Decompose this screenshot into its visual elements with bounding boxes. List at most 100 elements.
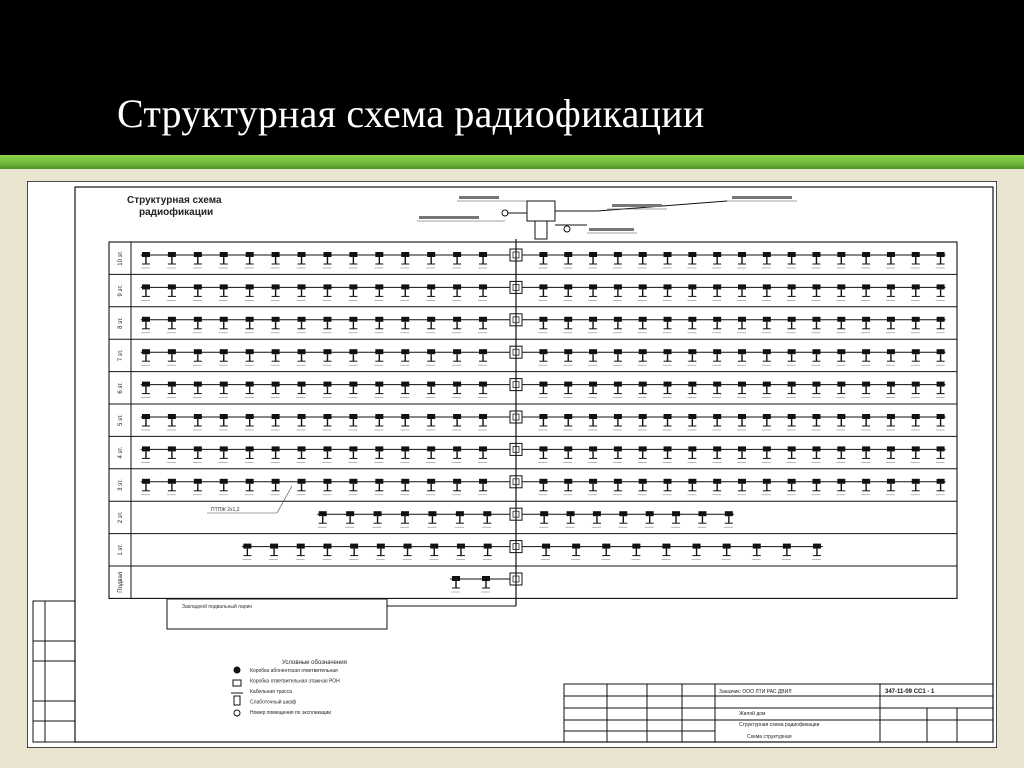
outlet-head [193, 284, 202, 290]
outlet-head [245, 252, 254, 257]
outlet-head [936, 349, 945, 355]
outlet-head [193, 316, 202, 322]
accent-bar [0, 155, 1024, 169]
outlet-head [539, 316, 548, 322]
stamp-sheet-name: Схема структурная [747, 734, 792, 740]
outlet-head [141, 414, 150, 419]
outlet-head [911, 478, 920, 484]
outlet-head [812, 478, 821, 484]
outlet-head [297, 478, 306, 484]
outlet-head [787, 414, 796, 419]
outlet-head [638, 349, 647, 355]
outlet-head [219, 381, 228, 387]
outlet-head [738, 381, 746, 387]
outlet-head [837, 478, 846, 484]
stamp-code: 347-11-09 СС1 - 1 [885, 689, 935, 695]
outlet-head [455, 511, 464, 517]
outlet-head [297, 284, 306, 290]
outlet-head [564, 252, 573, 257]
floor-label: 10 эт. [118, 250, 124, 265]
outlet-head [936, 446, 945, 452]
outlet-head [812, 543, 821, 549]
outlet-head [936, 252, 945, 257]
outlet-head [167, 446, 176, 452]
outlet-head [403, 543, 412, 549]
outlet-head [688, 252, 697, 257]
outlet-head [375, 414, 384, 419]
outlet-head [401, 284, 410, 290]
outlet-head [762, 478, 771, 484]
outlet-head [167, 478, 176, 484]
outlet-head [271, 414, 280, 419]
outlet-head [296, 543, 305, 549]
outlet-head [787, 446, 796, 452]
outlet-head [401, 316, 410, 322]
outlet-head [375, 252, 384, 257]
outlet-head [713, 446, 722, 452]
outlet-head [245, 478, 254, 484]
outlet-head [812, 316, 821, 322]
outlet-head [401, 252, 410, 257]
outlet-head [297, 381, 306, 387]
outlet-head [812, 381, 821, 387]
outlet-head [936, 284, 945, 290]
outlet-head [141, 446, 150, 452]
outlet-head [349, 414, 358, 419]
outlet-head [323, 349, 332, 355]
slide-title: Структурная схема радиофикации [117, 91, 705, 136]
outlet-head [862, 252, 871, 257]
outlet-head [323, 381, 332, 387]
outlet-head [453, 349, 462, 355]
outlet-head [141, 316, 150, 322]
outlet-head [539, 446, 548, 452]
outlet-head [346, 511, 355, 517]
outlet-head [663, 284, 672, 290]
outlet-head [245, 446, 254, 452]
outlet-head [323, 543, 332, 549]
outlet-head [663, 414, 672, 419]
outlet-head [453, 381, 462, 387]
outlet-head [427, 284, 436, 290]
outlet-head [427, 381, 436, 387]
outlet-head [589, 381, 598, 387]
outlet-head [297, 446, 306, 452]
outlet-head [688, 478, 697, 484]
outlet-head [713, 414, 722, 419]
outlet-head [688, 446, 697, 452]
outlet-head [318, 511, 327, 517]
outlet-head [812, 284, 821, 290]
outlet-head [613, 381, 622, 387]
outlet-head [812, 446, 821, 452]
outlet-head [427, 349, 436, 355]
outlet-head [349, 381, 358, 387]
outlet-head [762, 349, 771, 355]
outlet-head [539, 414, 548, 419]
outlet-head [479, 414, 488, 419]
outlet-head [297, 252, 306, 257]
outlet-head [483, 543, 492, 549]
outlet-head [619, 511, 628, 517]
outlet-head [141, 284, 150, 290]
outlet-head [349, 478, 358, 484]
radio-scheme-drawing: Структурная схема радиофикации 10 эт. 9 … [27, 181, 997, 748]
outlet-head [713, 252, 722, 257]
outlet-head [245, 349, 254, 355]
outlet-head [787, 252, 796, 257]
outlet-head [663, 349, 672, 355]
outlet-head [638, 381, 647, 387]
outlet-head [638, 284, 647, 290]
outlet-head [564, 284, 573, 290]
outlet-head [193, 381, 202, 387]
outlet-head [638, 446, 647, 452]
outlet-head [540, 511, 549, 517]
outlet-head [542, 543, 551, 549]
outlet-head [479, 381, 488, 387]
outlet-head [193, 252, 202, 257]
outlet-head [297, 349, 306, 355]
outlet-head [193, 478, 202, 484]
drawing-title-line-1: Структурная схема [127, 195, 222, 206]
outlet-head [638, 414, 647, 419]
floor-label: 4 эт. [118, 446, 124, 458]
outlet-head [349, 284, 358, 290]
outlet-head [645, 511, 654, 517]
